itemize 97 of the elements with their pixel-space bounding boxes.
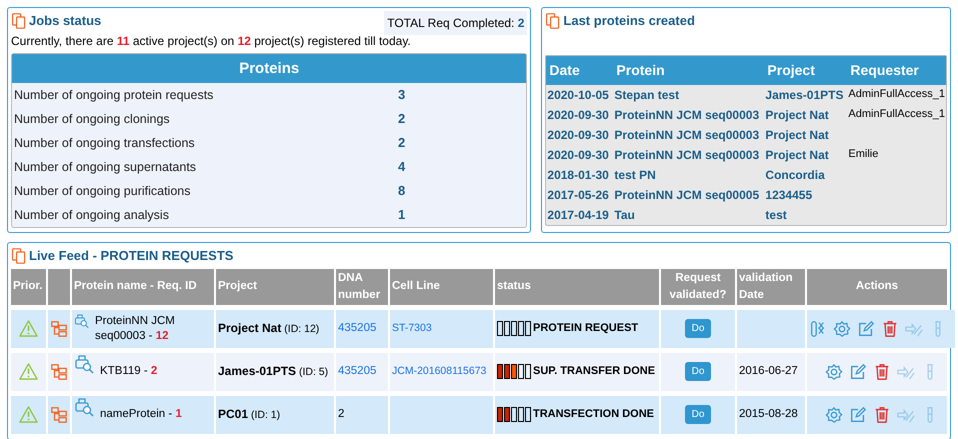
protein-name: KTB119 - 2 [99, 364, 158, 379]
row-label: Number of ongoing supernatants [14, 158, 198, 176]
table-cell-text: ProteinNN JCM seq00003 [614, 106, 760, 124]
row-label: Number of ongoing clonings [14, 110, 171, 128]
documents-icon [11, 248, 27, 264]
status-text: SUP. TRANSFER DONE [533, 364, 656, 380]
warning-icon [19, 362, 38, 381]
settings-icon[interactable] [833, 320, 851, 338]
table-header: Proteins [12, 54, 526, 83]
panel-title: Live Feed - PROTEIN REQUESTS [29, 247, 234, 265]
table-cell [737, 310, 805, 348]
table-cell-text: ProteinNN JCM seq00005 [614, 186, 760, 204]
warning-icon [19, 319, 38, 338]
table-cell-text: AdminFullAccess_1 [848, 87, 945, 102]
documents-icon [11, 12, 27, 29]
table-cell-text: test PN [614, 166, 657, 184]
row-label: Number of ongoing purifications [14, 182, 192, 200]
table-cell-text: 1234455 [765, 186, 814, 204]
row-value: 1 [398, 206, 406, 224]
search-icon[interactable] [74, 396, 94, 416]
column-header: Project [767, 60, 816, 80]
table-cell-text: 2020-09-30 [547, 106, 610, 124]
table-cell-text: 2017-05-26 [547, 186, 610, 204]
cell-line-link[interactable]: ST-7303 [392, 320, 432, 336]
summary-text: Currently, there are 11 active project(s) on 12 project(s) registered till today. [11, 33, 412, 50]
protein-name: ProteinNN JCM seq00003 - 12 [94, 314, 176, 344]
row-label: Number of ongoing protein requests [14, 86, 214, 104]
row-label: Number of ongoing analysis [14, 206, 170, 224]
warning-icon [19, 405, 38, 424]
table-cell-text: 2020-09-30 [547, 126, 610, 144]
table-cell-text: 2015-08-28 [739, 406, 798, 422]
column-header: Requester [850, 60, 920, 80]
delete-icon[interactable] [873, 406, 891, 424]
table-cell-text: 2020-09-30 [547, 146, 610, 164]
do-button[interactable]: Do [684, 319, 712, 338]
dna-number: 2 [338, 406, 344, 422]
column-header: DNA number [336, 268, 388, 304]
table-cell-text: Stepan test [614, 86, 680, 104]
search-icon[interactable] [74, 354, 94, 374]
column-header: validation Date [737, 268, 805, 304]
table-cell-text: Tau [614, 206, 636, 224]
column-header: Protein name - Req. ID [72, 268, 214, 304]
row-label: Number of ongoing transfections [14, 134, 196, 152]
project-name: PC01 (ID: 1) [218, 406, 280, 424]
hierarchy-icon[interactable] [50, 362, 68, 380]
column-header: Date [549, 60, 581, 80]
row-value: 3 [398, 86, 406, 104]
edit-icon[interactable] [849, 406, 867, 424]
column-header: Cell Line [390, 268, 493, 304]
delete-icon[interactable] [881, 320, 899, 338]
cell-line-link[interactable]: JCM-201608115673 [392, 364, 486, 380]
project-name: James-01PTS (ID: 5) [218, 363, 328, 380]
panel-title: Last proteins created [563, 12, 695, 30]
project-name: Project Nat (ID: 12) [218, 320, 320, 338]
table-cell-text: ProteinNN JCM seq00003 [614, 126, 760, 144]
total-completed: TOTAL Req Completed: 2 [384, 11, 528, 35]
settings-icon[interactable] [825, 406, 843, 424]
table-cell-text: 2020-10-05 [547, 86, 610, 104]
column-header [48, 268, 70, 304]
do-button[interactable]: Do [684, 362, 712, 381]
edit-icon[interactable] [849, 362, 867, 380]
do-button[interactable]: Do [684, 405, 712, 424]
hierarchy-icon[interactable] [50, 406, 68, 424]
dna-link[interactable]: 435205 [338, 362, 376, 380]
tubes-icon[interactable] [809, 320, 827, 338]
dna-link[interactable]: 435205 [338, 320, 376, 338]
table-cell-text: 2016-06-27 [739, 364, 798, 379]
table-cell-text: ProteinNN JCM seq00003 [614, 146, 760, 164]
table-cell-text: Project Nat [765, 106, 830, 124]
row-value: 2 [398, 110, 406, 128]
table-cell-text: Project Nat [765, 146, 830, 164]
table-cell-text: test [765, 206, 788, 224]
table-cell-text: James-01PTS [765, 86, 844, 104]
row-value: 4 [398, 158, 406, 176]
hierarchy-icon[interactable] [50, 320, 68, 338]
column-header: Protein [616, 60, 666, 80]
settings-icon[interactable] [825, 362, 843, 380]
table-cell-text: Emilie [848, 147, 880, 162]
column-header: Prior. [11, 268, 46, 304]
column-header: Request validated? [661, 268, 735, 304]
row-value: 8 [398, 182, 406, 200]
table-cell-text: Concordia [765, 166, 826, 184]
column-header: status [495, 268, 659, 304]
status-text: TRANSFECTION DONE [533, 407, 654, 422]
edit-icon[interactable] [857, 320, 875, 338]
table-cell-text: 2018-01-30 [547, 166, 610, 184]
table-cell-text: AdminFullAccess_1 [848, 107, 945, 122]
row-value: 2 [398, 134, 406, 152]
table-cell-text: 2017-04-19 [547, 206, 610, 224]
table-cell-text: Project Nat [765, 126, 830, 144]
column-header: Project [216, 268, 334, 304]
documents-icon [545, 12, 562, 29]
column-header: Actions [807, 268, 947, 304]
delete-icon[interactable] [873, 362, 891, 380]
panel-title: Jobs status [29, 12, 102, 30]
status-text: PROTEIN REQUEST [533, 321, 638, 336]
protein-name: nameProtein - 1 [99, 407, 182, 422]
